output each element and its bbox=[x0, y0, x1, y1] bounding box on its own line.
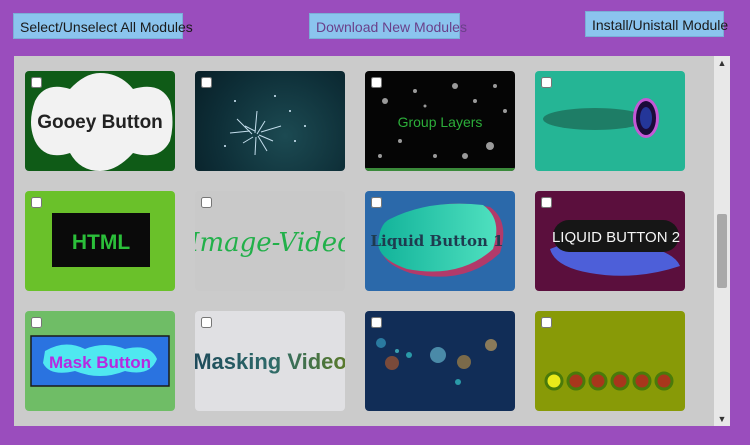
module-card-liquid-button-1[interactable]: Liquid Button 1 bbox=[365, 191, 515, 291]
module-title: Mask Button bbox=[49, 353, 151, 372]
module-title: Image-Video bbox=[195, 228, 345, 258]
module-card-masking-video[interactable]: Masking Video bbox=[195, 311, 345, 411]
module-card-dots[interactable] bbox=[535, 311, 685, 411]
module-checkbox[interactable] bbox=[371, 317, 382, 328]
module-preview-dots bbox=[535, 311, 685, 411]
module-checkbox[interactable] bbox=[31, 197, 42, 208]
module-card-bubbles[interactable] bbox=[365, 311, 515, 411]
module-checkbox[interactable] bbox=[31, 77, 42, 88]
module-preview-liquid-button-1: Liquid Button 1 bbox=[365, 191, 515, 291]
module-checkbox[interactable] bbox=[371, 77, 382, 88]
select-all-modules-button[interactable]: Select/Unselect All Modules bbox=[13, 13, 193, 39]
module-card-mask-button[interactable]: Mask Button bbox=[25, 311, 175, 411]
modules-grid-panel: Gooey Button Group Layers HTML Image-Vid… bbox=[14, 56, 730, 426]
module-preview-liquid-button-2: LIQUID BUTTON 2 bbox=[535, 191, 685, 291]
module-preview-gooey-button: Gooey Button bbox=[25, 71, 175, 171]
vertical-scrollbar[interactable]: ▲ ▼ bbox=[714, 56, 730, 426]
module-card-particles[interactable] bbox=[195, 71, 345, 171]
module-title: Masking Video bbox=[195, 349, 345, 374]
module-card-image-video[interactable]: Image-Video bbox=[195, 191, 345, 291]
module-title: HTML bbox=[72, 231, 130, 254]
module-preview-particles bbox=[195, 71, 345, 171]
module-checkbox[interactable] bbox=[541, 197, 552, 208]
module-preview-bubbles bbox=[365, 311, 515, 411]
scroll-up-arrow-icon[interactable]: ▲ bbox=[714, 56, 730, 70]
module-checkbox[interactable] bbox=[31, 317, 42, 328]
module-card-liquid-button-2[interactable]: LIQUID BUTTON 2 bbox=[535, 191, 685, 291]
download-new-modules-button[interactable]: Download New Modules bbox=[309, 13, 467, 39]
module-card-portal[interactable] bbox=[535, 71, 685, 171]
module-preview-group-layers: Group Layers bbox=[365, 71, 515, 171]
module-card-html[interactable]: HTML bbox=[25, 191, 175, 291]
module-preview-html: HTML bbox=[25, 191, 175, 291]
module-preview-image-video: Image-Video bbox=[195, 191, 345, 291]
module-checkbox[interactable] bbox=[541, 77, 552, 88]
module-checkbox[interactable] bbox=[541, 317, 552, 328]
module-checkbox[interactable] bbox=[201, 317, 212, 328]
module-title: LIQUID BUTTON 2 bbox=[552, 229, 680, 246]
module-title: Gooey Button bbox=[37, 112, 163, 133]
module-preview-masking-video: Masking Video bbox=[195, 311, 345, 411]
module-card-group-layers[interactable]: Group Layers bbox=[365, 71, 515, 171]
module-checkbox[interactable] bbox=[201, 197, 212, 208]
install-uninstall-module-button[interactable]: Install/Unistall Module bbox=[585, 11, 728, 37]
module-checkbox[interactable] bbox=[201, 77, 212, 88]
module-preview-portal bbox=[535, 71, 685, 171]
module-title: Group Layers bbox=[398, 114, 483, 130]
scrollbar-thumb[interactable] bbox=[717, 214, 727, 288]
module-card-gooey-button[interactable]: Gooey Button bbox=[25, 71, 175, 171]
scroll-down-arrow-icon[interactable]: ▼ bbox=[714, 412, 730, 426]
module-title: Liquid Button 1 bbox=[370, 232, 503, 250]
module-checkbox[interactable] bbox=[371, 197, 382, 208]
module-preview-mask-button: Mask Button bbox=[25, 311, 175, 411]
